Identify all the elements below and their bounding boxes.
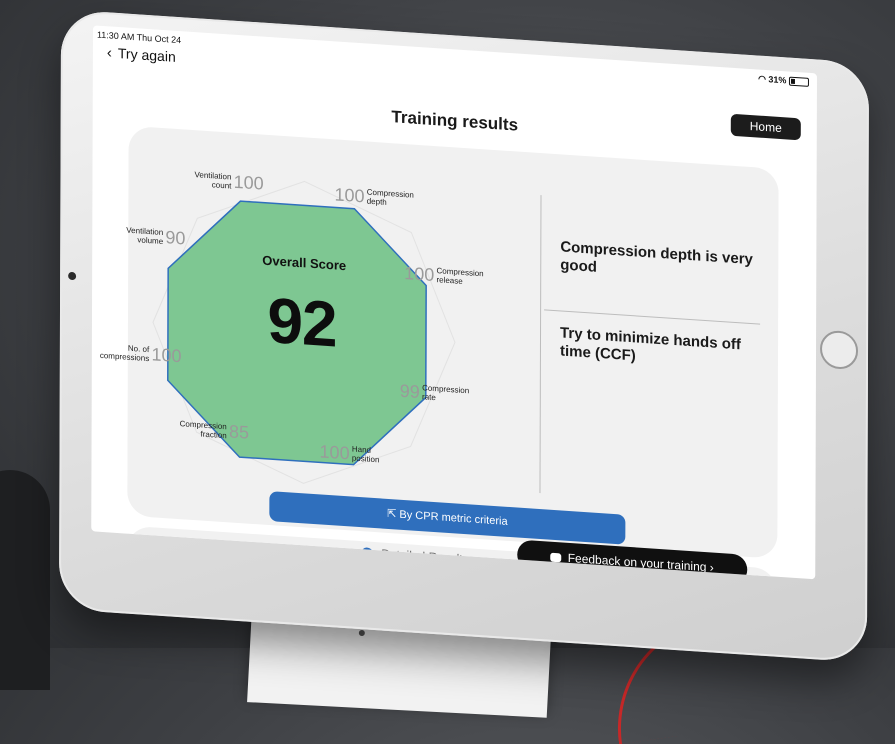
metric-value: 100 [233,171,264,194]
metric-value: 100 [334,183,365,206]
horizontal-divider [544,309,761,325]
cpr-metric-criteria-button[interactable]: ⇱ By CPR metric criteria [269,491,626,545]
try-again-button[interactable]: ‹ Try again [107,44,176,66]
chevron-right-icon: › [709,560,714,575]
overall-score-value: 92 [267,283,337,361]
feedback-button-label: Feedback on your training [567,550,707,575]
battery-percent: 31% [768,74,787,86]
tablet-frame: 11:30 AM Thu Oct 24 ◠ 31% ‹ Try again Hom… [58,9,870,663]
metric-ventilation-volume: Ventilation volume 90 [126,225,186,249]
try-again-label: Try again [117,45,176,65]
metric-value: 90 [165,226,186,249]
status-time: 11:30 AM Thu Oct 24 [96,29,182,46]
metric-value: 100 [319,440,350,463]
chevron-left-icon: ‹ [106,44,112,62]
app-screen: 11:30 AM Thu Oct 24 ◠ 31% ‹ Try again Hom… [91,25,817,580]
camera-icon [68,271,77,281]
metric-value: 99 [399,380,420,402]
metric-value: 100 [151,343,182,366]
battery-status: ◠ 31% [758,74,809,88]
selected-dot-icon [361,547,374,560]
results-card: Overall Score 92 Ventilation count 100 10… [100,125,779,559]
metric-value: 100 [404,262,435,285]
hardware-home-button[interactable] [819,329,859,371]
metric-value: 85 [228,420,250,443]
status-bar: 11:30 AM Thu Oct 24 ◠ 31% [97,28,809,89]
metric-compression-rate: 99 Compression rate [399,380,470,403]
background-device-left [0,470,50,690]
cpr-metric-criteria-label: By CPR metric criteria [399,508,508,528]
metric-hand-position: 100 Hand position [319,440,380,465]
wifi-icon: ◠ [758,73,769,85]
feedback-compression-depth: Compression depth is very good [560,238,753,276]
metric-no-of-compressions: No. of compressions 100 [99,343,182,366]
chat-bubble-icon [550,553,562,563]
external-link-icon: ⇱ [387,507,397,521]
vertical-divider [539,195,542,494]
battery-icon [788,76,809,88]
feedback-hands-off-time: Try to minimize hands off time (CCF) [559,324,741,365]
